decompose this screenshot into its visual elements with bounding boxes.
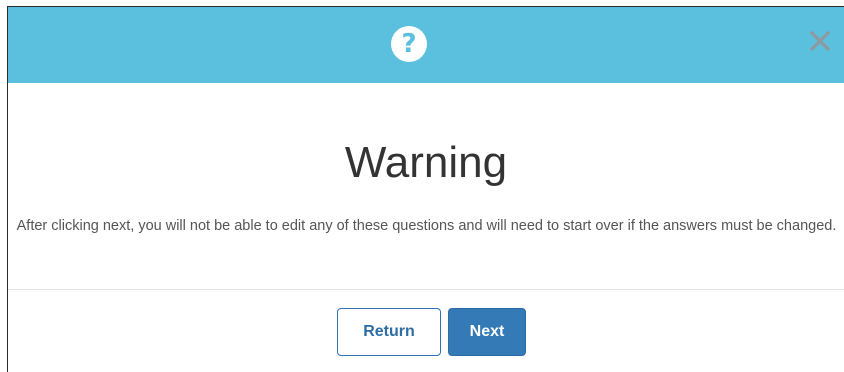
footer-divider <box>8 289 844 290</box>
next-button[interactable]: Next <box>448 308 526 356</box>
return-button[interactable]: Return <box>337 308 441 356</box>
dialog-footer: Return Next <box>8 308 844 358</box>
warning-dialog: ? Warning After clicking next, you will … <box>7 6 844 372</box>
dialog-message: After clicking next, you will not be abl… <box>16 218 837 234</box>
dialog-header: ? <box>8 7 844 83</box>
dialog-title: Warning <box>344 138 508 187</box>
question-circle-icon: ? <box>391 26 427 62</box>
close-icon[interactable] <box>806 27 834 55</box>
